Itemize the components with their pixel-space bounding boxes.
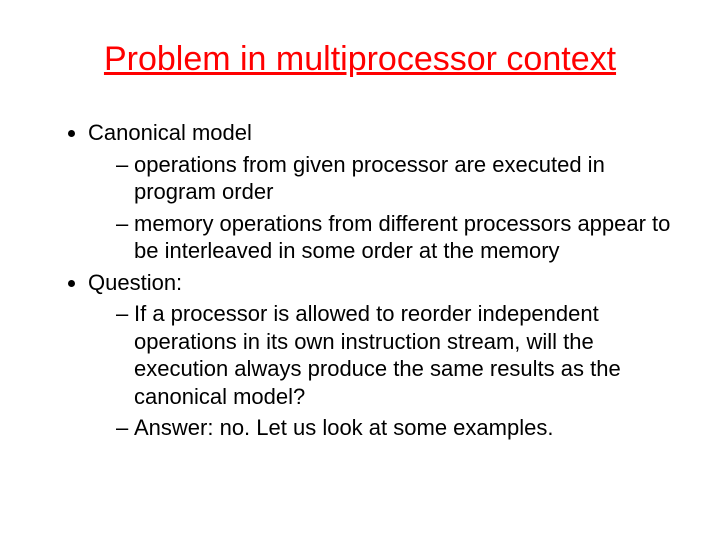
bullet-text: Answer: no. Let us look at some examples… <box>134 415 553 440</box>
list-item: Answer: no. Let us look at some examples… <box>116 414 680 442</box>
list-item: If a processor is allowed to reorder ind… <box>116 300 680 410</box>
list-item: Canonical model operations from given pr… <box>88 119 680 265</box>
bullet-text: operations from given processor are exec… <box>134 152 605 205</box>
list-item: Question: If a processor is allowed to r… <box>88 269 680 442</box>
list-item: memory operations from different process… <box>116 210 680 265</box>
slide: Problem in multiprocessor context Canoni… <box>0 0 720 540</box>
sub-list: If a processor is allowed to reorder ind… <box>88 300 680 442</box>
bullet-text: If a processor is allowed to reorder ind… <box>134 301 621 409</box>
sub-list: operations from given processor are exec… <box>88 151 680 265</box>
slide-title: Problem in multiprocessor context <box>40 40 680 79</box>
bullet-list: Canonical model operations from given pr… <box>40 119 680 442</box>
list-item: operations from given processor are exec… <box>116 151 680 206</box>
bullet-text: memory operations from different process… <box>134 211 670 264</box>
bullet-text: Canonical model <box>88 120 252 145</box>
bullet-text: Question: <box>88 270 182 295</box>
